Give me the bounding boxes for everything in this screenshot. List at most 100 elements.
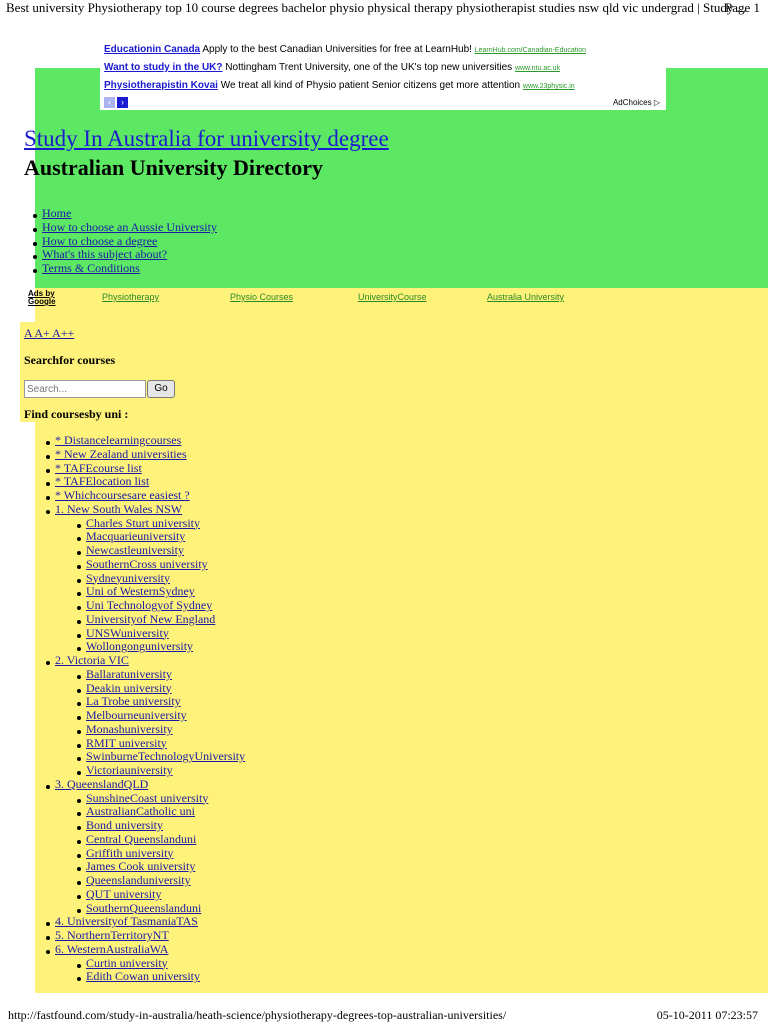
- ad-link[interactable]: Physio Courses: [230, 292, 293, 302]
- list-item: 3. QueenslandQLD SunshineCoast university…: [45, 777, 245, 916]
- list-item: * Whichcoursesare easiest ?: [45, 488, 245, 503]
- list-item: RMIT university: [76, 736, 245, 751]
- pdf-footer-url: http://fastfound.com/study-in-australia/…: [8, 1008, 507, 1022]
- menu-link[interactable]: Terms & Conditions: [42, 261, 140, 275]
- university-link[interactable]: Macquarieuniversity: [86, 529, 185, 543]
- university-link[interactable]: Wollongonguniversity: [86, 639, 193, 653]
- university-link[interactable]: La Trobe university: [86, 694, 181, 708]
- menu-item-choose-degree: How to choose a degree: [33, 234, 217, 249]
- region-link[interactable]: * TAFEcourse list: [55, 461, 142, 475]
- go-button[interactable]: Go: [147, 380, 175, 398]
- university-link[interactable]: Curtin university: [86, 956, 168, 970]
- university-link[interactable]: Monashuniversity: [86, 722, 173, 736]
- ad-link[interactable]: Physiotherapy: [102, 292, 159, 302]
- list-item: AustralianCatholic uni: [76, 804, 245, 819]
- ad-link[interactable]: UniversityCourse: [358, 292, 427, 302]
- university-link[interactable]: Bond university: [86, 818, 163, 832]
- font-size-links[interactable]: A A+ A++: [24, 326, 74, 340]
- university-link[interactable]: Griffith university: [86, 846, 173, 860]
- ad-nav: ‹ ›: [104, 97, 128, 108]
- university-link[interactable]: Victoriauniversity: [86, 763, 173, 777]
- list-item: 1. New South Wales NSW Charles Sturt univ…: [45, 502, 245, 655]
- ad-url-link[interactable]: www.23physic.in: [523, 83, 575, 90]
- university-link[interactable]: QUT university: [86, 887, 161, 901]
- university-link[interactable]: Sydneyuniversity: [86, 571, 170, 585]
- site-title: Study In Australia for university degree: [24, 126, 389, 152]
- university-link[interactable]: UNSWuniversity: [86, 626, 169, 640]
- region-link[interactable]: 3. QueenslandQLD: [55, 777, 148, 791]
- region-link[interactable]: 5. NorthernTerritoryNT: [55, 928, 169, 942]
- ad-item: Physiotherapistin Kovai We treat all kin…: [104, 80, 575, 91]
- university-link[interactable]: Ballaratuniversity: [86, 667, 172, 681]
- region-link[interactable]: 1. New South Wales NSW: [55, 502, 182, 516]
- site-subtitle: Australian University Directory: [24, 155, 323, 180]
- university-link[interactable]: Deakin university: [86, 681, 172, 695]
- ad-url-link[interactable]: LearnHub.com/Canadian-Education: [475, 47, 586, 54]
- chevron-right-icon[interactable]: ›: [117, 97, 128, 108]
- ad-link-unit: UniversityCourse: [358, 292, 427, 302]
- university-link[interactable]: Newcastleuniversity: [86, 543, 184, 557]
- university-link[interactable]: Universityof New England: [86, 612, 215, 626]
- ad-title-link[interactable]: Want to study in the UK?: [104, 62, 223, 73]
- adchoices-link[interactable]: AdChoices ▷: [613, 98, 660, 107]
- university-link[interactable]: James Cook university: [86, 859, 195, 873]
- search-label: Searchfor courses: [24, 353, 116, 367]
- site-title-link[interactable]: Study In Australia for university degree: [24, 126, 389, 151]
- menu-link[interactable]: What's this subject about?: [42, 247, 167, 261]
- menu-item-terms: Terms & Conditions: [33, 261, 217, 276]
- region-link[interactable]: * Whichcoursesare easiest ?: [55, 488, 190, 502]
- region-link[interactable]: * New Zealand universities: [55, 447, 187, 461]
- university-link[interactable]: Charles Sturt university: [86, 516, 200, 530]
- region-link[interactable]: 6. WesternAustraliaWA: [55, 942, 168, 956]
- list-item: Macquarieuniversity: [76, 529, 245, 544]
- list-item: QUT university: [76, 887, 245, 902]
- university-link[interactable]: SouthernQueenslanduni: [86, 901, 201, 915]
- university-link[interactable]: SouthernCross university: [86, 557, 208, 571]
- university-sublist: Ballaratuniversity Deakin university La Tr…: [76, 667, 245, 778]
- university-link[interactable]: RMIT university: [86, 736, 167, 750]
- list-item: Victoriauniversity: [76, 763, 245, 778]
- university-link[interactable]: Central Queenslanduni: [86, 832, 196, 846]
- university-link[interactable]: SunshineCoast university: [86, 791, 208, 805]
- region-link[interactable]: * TAFElocation list: [55, 474, 149, 488]
- pdf-page-number: Page 1: [724, 0, 760, 15]
- university-link[interactable]: Uni Technologyof Sydney: [86, 598, 212, 612]
- chevron-left-icon[interactable]: ‹: [104, 97, 115, 108]
- list-item: Newcastleuniversity: [76, 543, 245, 558]
- university-link[interactable]: AustralianCatholic uni: [86, 804, 195, 818]
- region-link[interactable]: 4. Universityof TasmaniaTAS: [55, 914, 198, 928]
- list-item: Wollongonguniversity: [76, 639, 245, 654]
- list-item: 6. WesternAustraliaWA Curtin university Ed…: [45, 942, 245, 984]
- ad-text: We treat all kind of Physio patient Seni…: [220, 80, 521, 91]
- ad-title-link[interactable]: Educationin Canada: [104, 44, 200, 55]
- ads-by-google-link[interactable]: Ads by Google: [28, 290, 56, 306]
- google-label: Google: [28, 297, 56, 306]
- ad-text: Apply to the best Canadian Universities …: [202, 44, 472, 55]
- list-item: Central Queenslanduni: [76, 832, 245, 847]
- list-item: * Distancelearningcourses: [45, 433, 245, 448]
- list-item: Uni Technologyof Sydney: [76, 598, 245, 613]
- search-input[interactable]: [24, 380, 146, 398]
- list-item: Charles Sturt university: [76, 516, 245, 531]
- university-sublist: Charles Sturt university Macquarieunivers…: [76, 516, 245, 655]
- region-link[interactable]: * Distancelearningcourses: [55, 433, 181, 447]
- university-link[interactable]: SwinburneTechnologyUniversity: [86, 749, 245, 763]
- menu-link[interactable]: How to choose a degree: [42, 234, 157, 248]
- main-menu: Home How to choose an Aussie University …: [33, 206, 217, 276]
- list-item: Bond university: [76, 818, 245, 833]
- ad-link[interactable]: Australia University: [487, 292, 564, 302]
- list-item: UNSWuniversity: [76, 626, 245, 641]
- university-list: * Distancelearningcourses * New Zealand u…: [45, 433, 245, 984]
- list-item: Curtin university: [76, 956, 245, 971]
- university-link[interactable]: Uni of WesternSydney: [86, 584, 195, 598]
- menu-link[interactable]: How to choose an Aussie University: [42, 220, 217, 234]
- university-link[interactable]: Melbourneuniversity: [86, 708, 187, 722]
- ad-text: Nottingham Trent University, one of the …: [225, 62, 513, 73]
- university-link[interactable]: Queenslanduniversity: [86, 873, 191, 887]
- ad-title-link[interactable]: Physiotherapistin Kovai: [104, 80, 218, 91]
- list-item: SwinburneTechnologyUniversity: [76, 749, 245, 764]
- university-link[interactable]: Edith Cowan university: [86, 969, 200, 983]
- region-link[interactable]: 2. Victoria VIC: [55, 653, 129, 667]
- ad-url-link[interactable]: www.ntu.ac.uk: [515, 65, 560, 72]
- menu-link[interactable]: Home: [42, 206, 71, 220]
